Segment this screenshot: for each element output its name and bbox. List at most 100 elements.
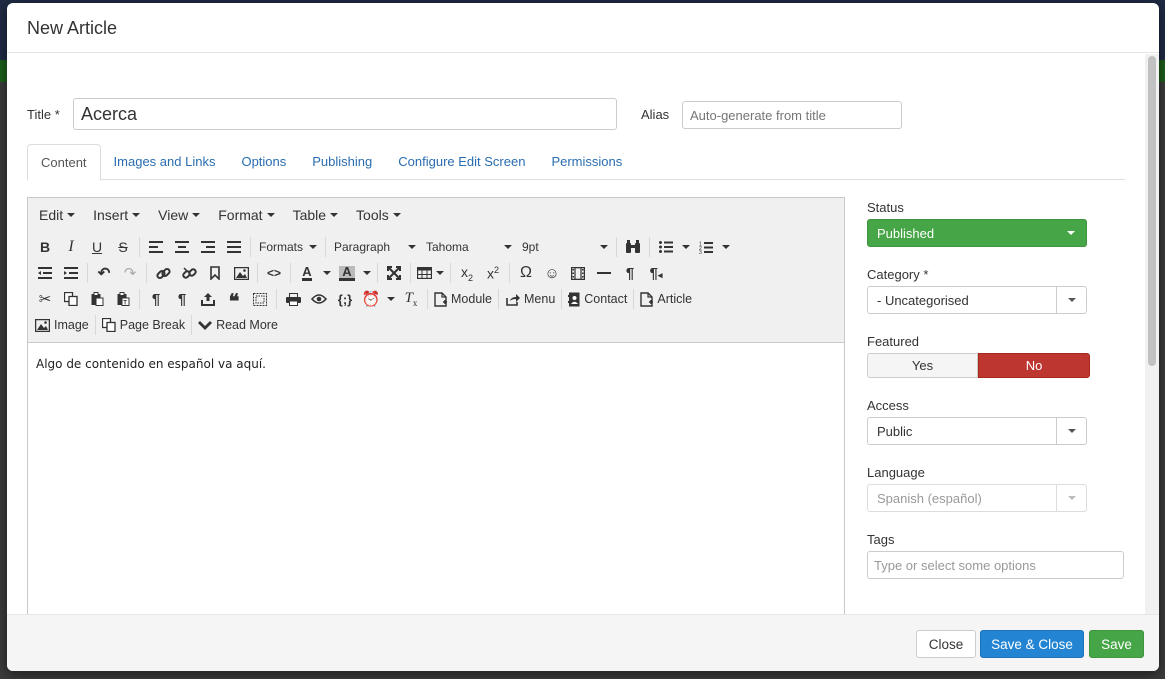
ltr-button[interactable]: ¶ — [617, 261, 643, 285]
visual-chars-button[interactable]: ¶ — [143, 287, 169, 311]
clear-formatting-button[interactable]: Tx — [398, 287, 424, 311]
preview-button[interactable] — [306, 287, 332, 311]
chevron-down-icon — [1067, 298, 1076, 302]
tab-permissions[interactable]: Permissions — [538, 144, 635, 180]
horizontal-rule-button[interactable] — [591, 261, 617, 285]
copy-button[interactable] — [58, 287, 84, 311]
paste-as-text-button[interactable]: T — [110, 287, 136, 311]
page-break-button[interactable]: Page Break — [99, 313, 188, 337]
visual-aid-button[interactable] — [247, 287, 273, 311]
alias-input[interactable] — [682, 101, 902, 129]
insert-datetime-button[interactable]: ⏰ — [358, 287, 384, 311]
block-format-dropdown[interactable]: Paragraph — [329, 235, 421, 259]
table-button[interactable] — [414, 261, 447, 285]
subscript-icon: x2 — [460, 263, 473, 283]
close-button[interactable]: Close — [916, 630, 976, 658]
anchor-button[interactable] — [202, 261, 228, 285]
superscript-button[interactable]: x2 — [480, 261, 506, 285]
nonbreaking-space-button[interactable]: ¶ — [169, 287, 195, 311]
bullet-list-button[interactable] — [653, 235, 679, 259]
align-right-icon — [201, 241, 215, 253]
indent-button[interactable] — [58, 261, 84, 285]
insert-contact-button[interactable]: Contact — [565, 287, 630, 311]
menu-insert[interactable]: Insert — [84, 207, 149, 223]
modal-scrollbar[interactable] — [1145, 54, 1159, 614]
tags-input[interactable]: Type or select some options — [867, 551, 1124, 579]
cut-button[interactable]: ✂ — [32, 287, 58, 311]
code-sample-button[interactable]: {;} — [332, 287, 358, 311]
access-select[interactable]: Public — [867, 417, 1087, 445]
align-center-button[interactable] — [169, 235, 195, 259]
insert-article-button[interactable]: Article — [637, 287, 695, 311]
align-left-button[interactable] — [143, 235, 169, 259]
redo-button[interactable]: ↷ — [117, 261, 143, 285]
tab-images-and-links[interactable]: Images and Links — [101, 144, 229, 180]
emoticons-button[interactable]: ☺ — [539, 261, 565, 285]
background-color-options[interactable] — [360, 261, 374, 285]
menu-tools[interactable]: Tools — [347, 207, 410, 223]
category-select[interactable]: - Uncategorised — [867, 286, 1087, 314]
background-color-button[interactable]: A — [334, 261, 360, 285]
menu-view[interactable]: View — [149, 207, 209, 223]
print-button[interactable] — [280, 287, 306, 311]
tab-publishing[interactable]: Publishing — [299, 144, 385, 180]
find-replace-button[interactable] — [620, 235, 646, 259]
numbered-list-button[interactable]: 123 — [693, 235, 719, 259]
tab-options[interactable]: Options — [228, 144, 299, 180]
fullscreen-button[interactable] — [381, 261, 407, 285]
menu-table[interactable]: Table — [284, 207, 347, 223]
save-button[interactable]: Save — [1089, 630, 1144, 658]
underline-button[interactable]: U — [84, 235, 110, 259]
chevron-down-icon — [309, 245, 317, 249]
chevron-down-icon — [67, 213, 76, 217]
toolbar-divider — [276, 289, 277, 309]
title-input[interactable] — [73, 98, 617, 130]
source-code-button[interactable]: <> — [261, 261, 287, 285]
insert-template-button[interactable] — [195, 287, 221, 311]
font-size-dropdown[interactable]: 9pt — [517, 235, 613, 259]
insert-link-button[interactable] — [150, 261, 176, 285]
formats-dropdown[interactable]: Formats — [254, 235, 322, 259]
new-article-modal: New Article Title * Alias Content Images… — [7, 3, 1159, 671]
category-label: Category * — [867, 267, 929, 282]
insert-module-button[interactable]: Module — [431, 287, 495, 311]
text-color-button[interactable]: A — [294, 261, 320, 285]
font-family-dropdown[interactable]: Tahoma — [421, 235, 517, 259]
undo-button[interactable]: ↶ — [91, 261, 117, 285]
italic-button[interactable]: I — [58, 235, 84, 259]
insert-image-button[interactable] — [228, 261, 254, 285]
clear-formatting-icon: Tx — [404, 290, 418, 308]
menu-format[interactable]: Format — [209, 207, 283, 223]
status-field: Status Published — [867, 197, 1127, 247]
align-right-button[interactable] — [195, 235, 221, 259]
featured-no-button[interactable]: No — [978, 353, 1090, 378]
featured-yes-button[interactable]: Yes — [867, 353, 978, 378]
rtl-button[interactable]: ¶◂ — [643, 261, 669, 285]
tab-content[interactable]: Content — [27, 144, 101, 181]
insert-media-button[interactable] — [565, 261, 591, 285]
align-justify-button[interactable] — [221, 235, 247, 259]
tab-configure-edit-screen[interactable]: Configure Edit Screen — [385, 144, 538, 180]
numbered-list-options[interactable] — [719, 235, 733, 259]
remove-link-button[interactable] — [176, 261, 202, 285]
read-more-button[interactable]: Read More — [195, 313, 281, 337]
insert-menu-button[interactable]: Menu — [502, 287, 558, 311]
insert-datetime-options[interactable] — [384, 287, 398, 311]
blockquote-button[interactable]: ❝ — [221, 287, 247, 312]
paste-button[interactable] — [84, 287, 110, 311]
menu-edit[interactable]: Edit — [30, 207, 84, 223]
editor-content-area[interactable]: Algo de contenido en español va aquí. — [28, 343, 844, 385]
outdent-button[interactable] — [32, 261, 58, 285]
save-and-close-button[interactable]: Save & Close — [980, 630, 1084, 658]
bold-button[interactable]: B — [32, 235, 58, 259]
pilcrow-rtl-icon: ¶◂ — [649, 264, 663, 282]
modal-scrollbar-thumb[interactable] — [1148, 56, 1156, 366]
text-color-options[interactable] — [320, 261, 334, 285]
insert-image-extension-button[interactable]: Image — [32, 313, 92, 337]
alarm-clock-icon: ⏰ — [361, 291, 381, 308]
status-select[interactable]: Published — [867, 219, 1087, 247]
special-character-button[interactable]: Ω — [513, 261, 539, 285]
bullet-list-options[interactable] — [679, 235, 693, 259]
subscript-button[interactable]: x2 — [454, 261, 480, 285]
strikethrough-button[interactable]: S — [110, 235, 136, 259]
